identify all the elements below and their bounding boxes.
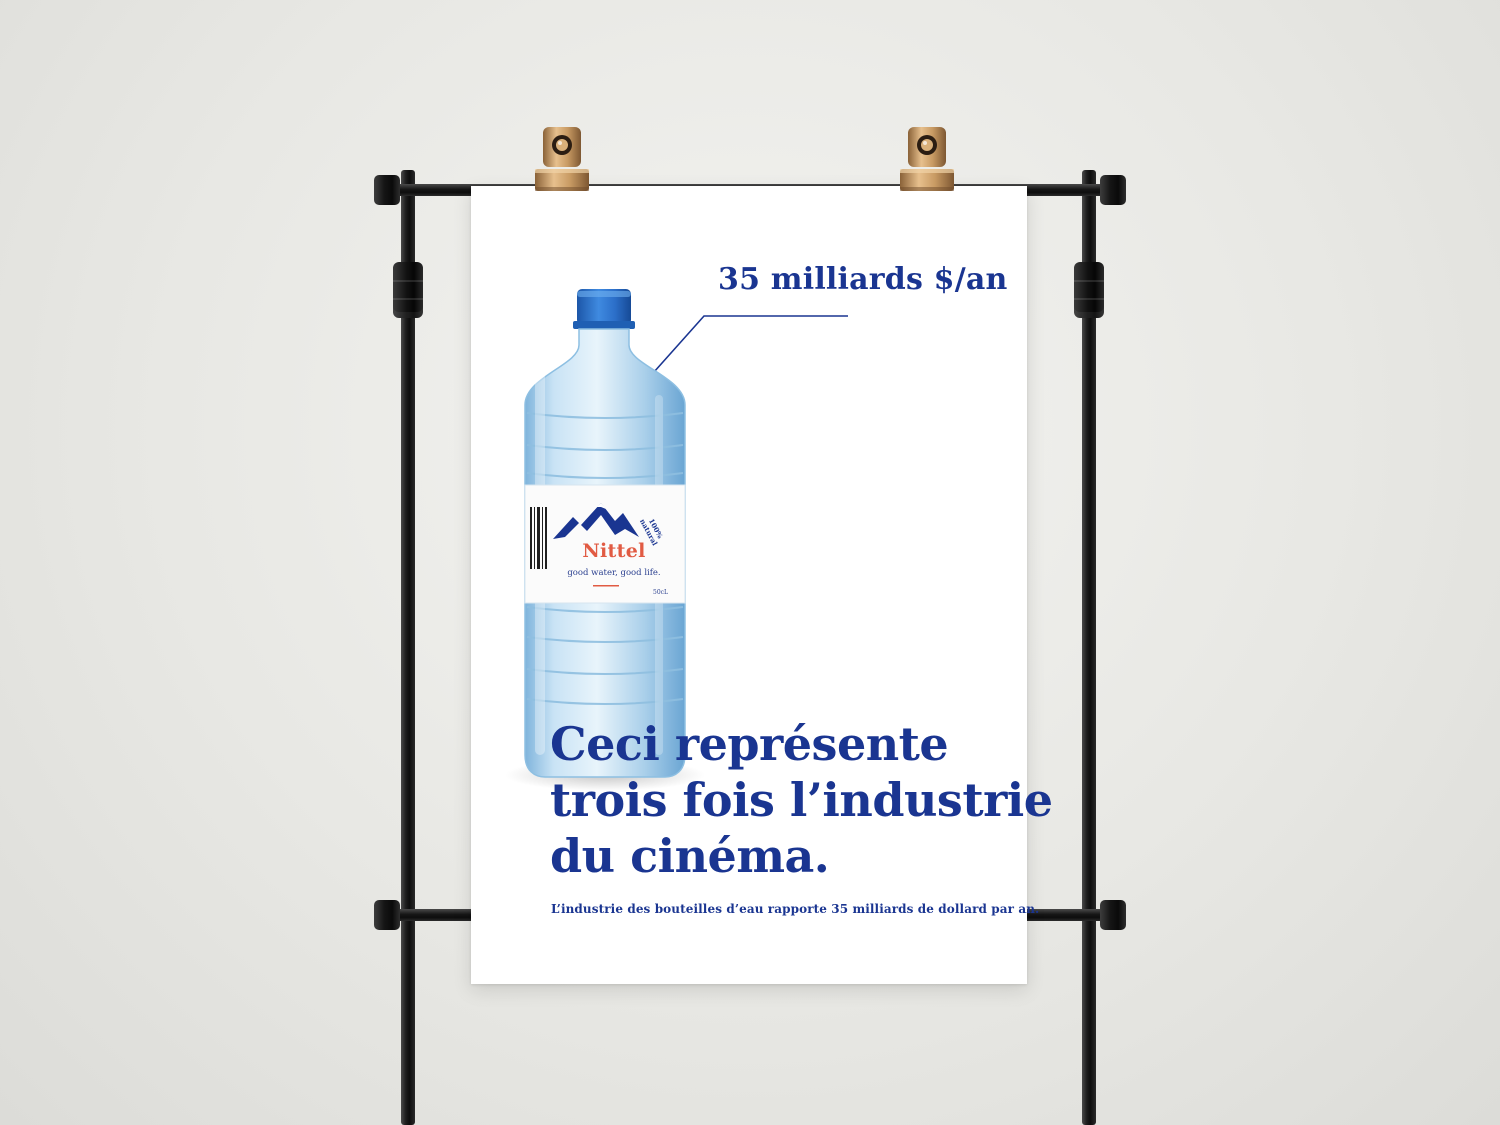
callout-figure: 35 milliards $/an (718, 262, 1008, 297)
headline-line-2: trois fois l’industrie (550, 773, 1053, 827)
stand-clamp-left (393, 262, 423, 318)
poster-subline: L’industrie des bouteilles d’eau rapport… (551, 902, 1040, 916)
headline-line-3: du cinéma. (550, 829, 830, 883)
bottle-tagline: good water, good life. (567, 568, 661, 578)
stand-clamp-right (1074, 262, 1104, 318)
stand-knob-bottom-left (374, 900, 400, 930)
poster-mockup-scene: Nittel good water, good life. 50cL 100% … (0, 0, 1500, 1125)
stand-knob-top-left (374, 175, 400, 205)
binder-clip-right (900, 127, 954, 191)
headline-line-1: Ceci représente (550, 717, 949, 771)
stand-knob-bottom-right (1100, 900, 1126, 930)
bottle-volume: 50cL (653, 589, 668, 596)
binder-clip-left (535, 127, 589, 191)
stand-knob-top-right (1100, 175, 1126, 205)
poster-headline: Ceci représente trois fois l’industrie d… (550, 716, 1053, 884)
